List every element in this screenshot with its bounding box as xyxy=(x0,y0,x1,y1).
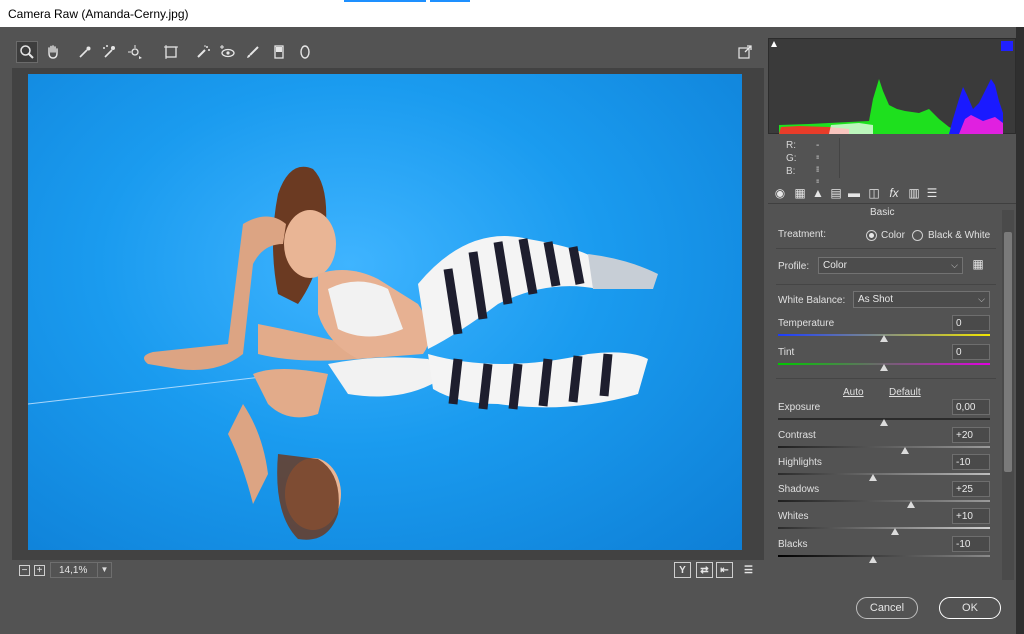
preview-image[interactable] xyxy=(28,74,742,550)
white-balance-value: As Shot xyxy=(858,294,894,305)
adjustment-brush-tool-icon[interactable] xyxy=(242,41,264,63)
view-y-button[interactable]: Y xyxy=(674,562,691,578)
transform-tool-icon[interactable] xyxy=(160,41,182,63)
default-link[interactable]: Default xyxy=(889,387,921,398)
chevron-down-icon: ⌵ xyxy=(951,260,958,270)
slider-thumb-blacks[interactable] xyxy=(869,556,877,563)
tab-hsl-icon[interactable]: ▤ xyxy=(828,185,844,201)
treatment-color-radio[interactable] xyxy=(866,230,877,241)
slider-thumb-whites[interactable] xyxy=(891,528,899,535)
rgb-readout-g: G: --- xyxy=(786,153,820,186)
profile-browser-icon[interactable]: ▦ xyxy=(970,256,986,272)
title-accent-stripe xyxy=(430,0,470,2)
radial-filter-tool-icon[interactable] xyxy=(294,41,316,63)
title-bar: Camera Raw (Amanda-Cerny.jpg) xyxy=(0,0,1024,27)
preview-settings-icon[interactable]: ☰ xyxy=(740,562,757,578)
slider-value-contrast[interactable]: +20 xyxy=(952,427,990,443)
slider-track-shadows[interactable] xyxy=(778,500,990,502)
slider-thumb-contrast[interactable] xyxy=(901,447,909,454)
slider-track-whites[interactable] xyxy=(778,527,990,529)
histogram xyxy=(768,38,1016,134)
slider-label-blacks: Blacks xyxy=(778,539,808,550)
slider-thumb-highlights[interactable] xyxy=(869,474,877,481)
white-balance-select[interactable]: As Shot ⌵ xyxy=(853,291,990,308)
graduated-filter-tool-icon[interactable] xyxy=(268,41,290,63)
histogram-graph xyxy=(771,41,1013,134)
rgb-readout-r: R: --- xyxy=(786,140,820,173)
open-preferences-icon[interactable] xyxy=(734,41,756,63)
auto-link[interactable]: Auto xyxy=(843,387,864,398)
tab-effects-icon[interactable]: fx xyxy=(886,185,902,201)
panel-scrollbar-thumb[interactable] xyxy=(1004,232,1012,472)
slider-thumb-tint[interactable] xyxy=(880,364,888,371)
slider-value-exposure[interactable]: 0,00 xyxy=(952,399,990,415)
treatment-label: Treatment: xyxy=(778,229,826,240)
status-bar xyxy=(12,560,764,580)
cancel-button[interactable]: Cancel xyxy=(856,597,918,619)
slider-label-highlights: Highlights xyxy=(778,457,822,468)
chevron-down-icon: ⌵ xyxy=(978,294,985,304)
zoom-level-value: 14,1% xyxy=(59,565,88,576)
hand-tool-icon[interactable] xyxy=(42,41,64,63)
slider-value-temperature[interactable]: 0 xyxy=(952,315,990,331)
tab-detail-icon[interactable]: ▲ xyxy=(810,185,826,201)
treatment-color-label[interactable]: Color xyxy=(881,230,905,241)
targeted-adjustment-tool-icon[interactable] xyxy=(124,41,146,63)
separator xyxy=(776,378,996,379)
zoom-level-select[interactable]: 14,1% ▼ xyxy=(50,562,112,578)
tab-presets-icon[interactable]: ☰ xyxy=(924,185,940,201)
slider-label-tint: Tint xyxy=(778,347,795,358)
slider-value-tint[interactable]: 0 xyxy=(952,344,990,360)
white-balance-label: White Balance: xyxy=(778,295,846,306)
separator xyxy=(776,248,996,249)
window-title: Camera Raw (Amanda-Cerny.jpg) xyxy=(8,7,189,21)
swap-before-after-button[interactable]: ⇄ xyxy=(696,562,713,578)
slider-label-exposure: Exposure xyxy=(778,402,821,413)
zoom-tool-icon[interactable] xyxy=(16,41,38,63)
chevron-down-icon: ▼ xyxy=(97,563,111,577)
ok-button[interactable]: OK xyxy=(939,597,1001,619)
color-sampler-tool-icon[interactable] xyxy=(98,41,120,63)
tab-split-toning-icon[interactable]: ▬ xyxy=(846,185,862,201)
window-edge xyxy=(1016,27,1024,634)
slider-value-highlights[interactable]: -10 xyxy=(952,454,990,470)
separator xyxy=(776,284,996,285)
slider-thumb-temperature[interactable] xyxy=(880,335,888,342)
red-eye-tool-icon[interactable] xyxy=(216,41,238,63)
slider-track-contrast[interactable] xyxy=(778,446,990,448)
slider-thumb-shadows[interactable] xyxy=(907,501,915,508)
highlight-clipping-icon xyxy=(1001,41,1013,51)
tab-basic-icon[interactable]: ◉ xyxy=(772,185,788,201)
slider-label-temperature: Temperature xyxy=(778,318,835,329)
panel-title: Basic xyxy=(870,207,895,218)
treatment-bw-label[interactable]: Black & White xyxy=(928,230,990,241)
copy-settings-button[interactable]: ⇤ xyxy=(716,562,733,578)
slider-track-blacks[interactable] xyxy=(778,555,990,557)
zoom-out-button[interactable]: − xyxy=(19,565,30,576)
zoom-in-button[interactable]: + xyxy=(34,565,45,576)
slider-thumb-exposure[interactable] xyxy=(880,419,888,426)
title-accent-stripe xyxy=(344,0,426,2)
slider-value-whites[interactable]: +10 xyxy=(952,508,990,524)
profile-label: Profile: xyxy=(778,261,810,272)
rgb-readout-b: B: --- xyxy=(786,166,820,199)
profile-value: Color xyxy=(823,260,847,271)
slider-label-contrast: Contrast xyxy=(778,430,816,441)
tab-lens-icon[interactable]: ◫ xyxy=(866,185,882,201)
spot-removal-tool-icon[interactable] xyxy=(192,41,214,63)
profile-select[interactable]: Color ⌵ xyxy=(818,257,963,274)
slider-label-whites: Whites xyxy=(778,511,809,522)
white-balance-tool-icon[interactable] xyxy=(74,41,96,63)
shadow-clipping-icon xyxy=(771,41,777,47)
slider-value-blacks[interactable]: -10 xyxy=(952,536,990,552)
photo-illustration xyxy=(28,166,658,540)
tab-calibration-icon[interactable]: ▥ xyxy=(906,185,922,201)
slider-label-shadows: Shadows xyxy=(778,484,820,495)
tab-tone-curve-icon[interactable]: ▦ xyxy=(792,185,808,201)
slider-track-highlights[interactable] xyxy=(778,473,990,475)
treatment-bw-radio[interactable] xyxy=(912,230,923,241)
slider-value-shadows[interactable]: +25 xyxy=(952,481,990,497)
